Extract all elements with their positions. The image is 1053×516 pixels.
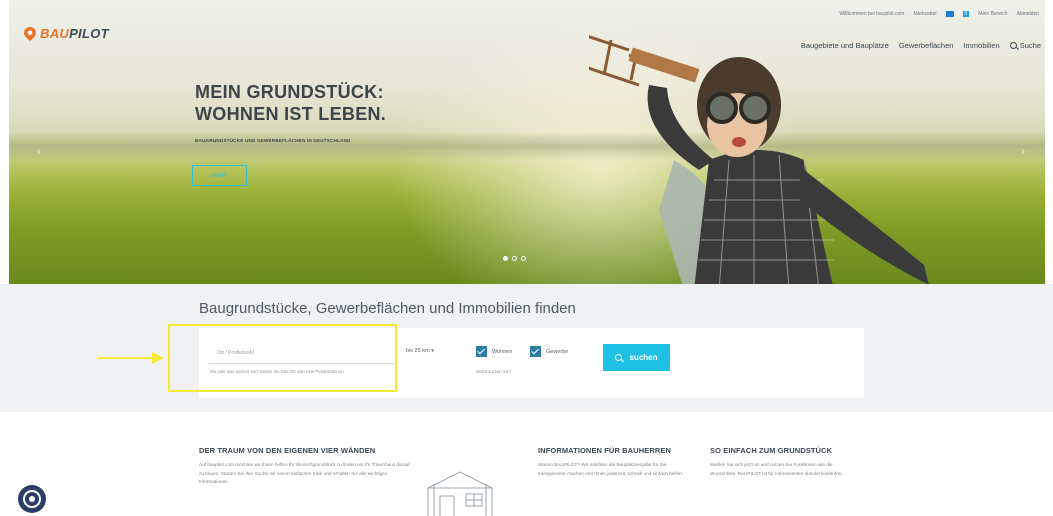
search-title: Baugrundstücke, Gewerbeflächen und Immob… [199, 300, 576, 317]
wohnen-checkbox[interactable]: Wohnen [476, 346, 512, 357]
top-bar: Willkommen bei baupilot.com Merkzettel 0… [839, 11, 1039, 17]
search-icon [1009, 42, 1017, 49]
info-heading: SO EINFACH ZUM GRUNDSTÜCK [710, 446, 833, 455]
info-column-dream-home: DER TRAUM VON DEN EIGENEN VIER WÄNDEN Au… [199, 446, 434, 487]
count-badge[interactable]: 0 [962, 11, 970, 17]
info-text: Warum BAUPILOT? Wir möchten die Bauplatz… [538, 462, 684, 476]
checkbox-checked-icon [530, 346, 541, 357]
search-section: Baugrundstücke, Gewerbeflächen und Immob… [0, 284, 1053, 412]
house-sketch-icon [427, 471, 493, 516]
hero-photo-child-with-airplane [589, 35, 929, 284]
welcome-text: Willkommen bei baupilot.com [839, 11, 905, 17]
hero-title: MEIN GRUNDSTÜCK: WOHNEN IST LEBEN. [195, 82, 387, 124]
slider-dots [503, 256, 526, 261]
location-pin-icon [24, 26, 36, 41]
logo[interactable]: BAUPILOT [24, 26, 109, 41]
nav-item-baugebiete[interactable]: Baugebiete und Bauplätze [801, 41, 889, 50]
hero-more-button[interactable]: MEHR [192, 165, 247, 186]
chat-widget-button[interactable] [18, 485, 46, 513]
flag-icon[interactable] [945, 11, 954, 17]
highlight-arrow [98, 352, 164, 364]
slider-next-icon[interactable]: › [1021, 144, 1025, 158]
nav-item-gewerbeflaechen[interactable]: Gewerbeflächen [899, 41, 954, 50]
info-heading: DER TRAUM VON DEN EIGENEN VIER WÄNDEN [199, 446, 376, 455]
gewerbe-checkbox[interactable]: Gewerbe [530, 346, 568, 357]
logo-text: BAUPILOT [40, 26, 109, 41]
nav-item-suche[interactable]: Suche [1009, 41, 1041, 50]
checkbox-checked-icon [476, 346, 487, 357]
info-text: Auf baupilot.com möchten wir Ihnen helfe… [199, 462, 410, 484]
page: MEIN GRUNDSTÜCK: WOHNEN IST LEBEN. BAUGR… [0, 0, 1053, 516]
my-area-link[interactable]: Mein Bereich [978, 11, 1007, 17]
logout-link[interactable]: Abmelden [1016, 11, 1039, 17]
search-icon [615, 354, 623, 361]
hero-subtitle: BAUGRUNDSTÜCKE UND GEWERBEFLÄCHEN IN DEU… [195, 138, 351, 143]
info-column-easy: SO EINFACH ZUM GRUNDSTÜCK Melden Sie sic… [710, 446, 860, 478]
highlight-box [168, 324, 397, 392]
slider-prev-icon[interactable]: ‹ [37, 144, 41, 158]
info-text: Melden Sie sich jetzt an und nutzen Sie … [710, 462, 843, 476]
info-column-builders: INFORMATIONEN FÜR BAUHERREN Warum BAUPIL… [538, 446, 688, 478]
usage-hint: Wofür suchen Sie? [476, 369, 512, 374]
watchlist-link[interactable]: Merkzettel [913, 11, 936, 17]
main-nav: Baugebiete und Bauplätze Gewerbeflächen … [801, 41, 1041, 50]
slider-dot[interactable] [503, 256, 508, 261]
radius-select[interactable]: bis 25 km ▾ [406, 348, 434, 354]
slider-dot[interactable] [521, 256, 526, 261]
nav-item-immobilien[interactable]: Immobilien [963, 41, 999, 50]
slider-dot[interactable] [512, 256, 517, 261]
chat-icon [23, 490, 41, 508]
info-heading: INFORMATIONEN FÜR BAUHERREN [538, 446, 671, 455]
search-button[interactable]: suchen [603, 344, 670, 371]
